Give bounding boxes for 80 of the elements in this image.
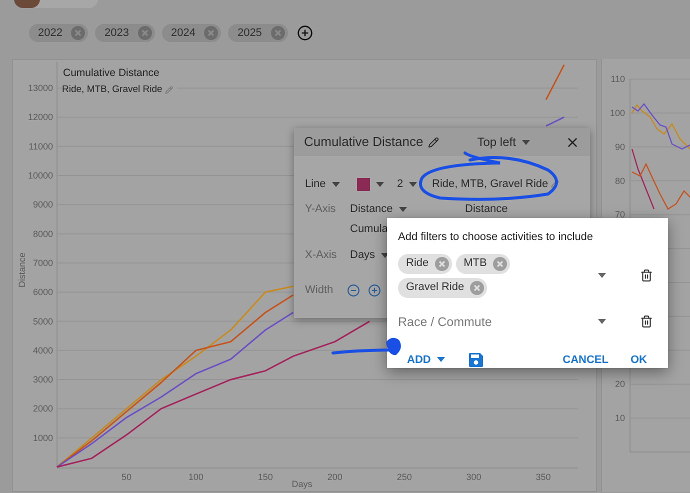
axis-tick-label: 100 bbox=[610, 108, 625, 118]
axis-tick-label: 20 bbox=[614, 379, 625, 390]
y-mode-dropdown[interactable]: Cumula bbox=[350, 220, 388, 238]
axis-tick-label: 8000 bbox=[32, 228, 53, 239]
caret-icon bbox=[376, 182, 384, 186]
axis-tick-label: 300 bbox=[466, 472, 482, 482]
axis-tick-label: 70 bbox=[614, 210, 625, 220]
remove-icon[interactable] bbox=[71, 26, 86, 40]
pencil-icon[interactable] bbox=[428, 136, 440, 148]
arrow-annotation bbox=[332, 338, 401, 356]
activity-chip: MTB bbox=[456, 254, 510, 274]
axis-tick-label: 7000 bbox=[32, 258, 53, 268]
chart-title: Cumulative Distance bbox=[63, 67, 160, 79]
axis-tick-label: 150 bbox=[258, 472, 273, 482]
axis-tick-label: 90 bbox=[614, 142, 625, 152]
ok-button[interactable]: OK bbox=[630, 352, 647, 368]
axis-tick-label: 10 bbox=[614, 413, 625, 424]
axis-tick-label: 100 bbox=[188, 472, 204, 482]
activity-filter[interactable]: Ride, MTB, Gravel Ride bbox=[432, 176, 560, 192]
add-icon[interactable] bbox=[296, 25, 313, 41]
y-metric-dropdown[interactable]: Distance bbox=[350, 200, 465, 218]
axis-tick-label: 12000 bbox=[28, 112, 53, 122]
axis-tick-label: 1000 bbox=[32, 432, 53, 443]
caret-icon bbox=[332, 182, 340, 186]
user-pill[interactable] bbox=[14, 0, 98, 8]
remove-icon[interactable] bbox=[470, 280, 484, 294]
caret-icon bbox=[522, 140, 530, 144]
remove-icon[interactable] bbox=[138, 26, 152, 40]
dialog-heading: Add filters to choose activities to include bbox=[398, 230, 594, 245]
axis-title: Distance bbox=[17, 252, 27, 288]
activity-chip: Ride bbox=[398, 254, 452, 274]
add-button[interactable]: ADD bbox=[407, 352, 445, 368]
axis-tick-label: 5000 bbox=[32, 316, 53, 326]
caret-icon bbox=[398, 206, 407, 212]
activity-chip: Gravel Ride bbox=[398, 278, 488, 298]
dropdown-caret-icon bbox=[598, 319, 606, 324]
filter-label: Ride, MTB, Gravel Ride bbox=[62, 83, 162, 97]
panel-title: Cumulative Distance bbox=[304, 133, 424, 152]
avatar[interactable] bbox=[14, 0, 40, 8]
line-type-dropdown[interactable]: Line bbox=[305, 176, 357, 192]
caret-icon bbox=[436, 357, 445, 362]
dropdown-caret-icon bbox=[598, 273, 606, 278]
axis-tick-label: 350 bbox=[536, 472, 551, 482]
axis-label: Y-Axis bbox=[305, 202, 337, 217]
remove-icon[interactable] bbox=[434, 256, 449, 270]
axis-title: Days bbox=[292, 479, 312, 489]
axis-title-field[interactable]: Distance bbox=[465, 200, 508, 218]
save-icon[interactable] bbox=[468, 352, 483, 367]
year-chip: 2024 bbox=[162, 24, 222, 42]
width-label: Width bbox=[305, 282, 334, 298]
line-width-dropdown[interactable]: 2 bbox=[397, 176, 432, 192]
delete-icon[interactable] bbox=[640, 269, 653, 282]
axis-tick-label: 10000 bbox=[28, 170, 53, 181]
axis-label: X-Axis bbox=[305, 248, 338, 263]
delete-icon[interactable] bbox=[640, 315, 653, 328]
filter-placeholder[interactable]: Race / Commute bbox=[398, 314, 492, 328]
axis-tick-label: 200 bbox=[327, 472, 342, 482]
axis-tick-label: 6000 bbox=[32, 287, 53, 298]
axis-tick-label: 11000 bbox=[28, 141, 53, 152]
year-chip: 2023 bbox=[95, 24, 155, 42]
axis-tick-label: 110 bbox=[610, 74, 625, 84]
plus-icon[interactable] bbox=[368, 284, 381, 296]
axis-tick-label: 250 bbox=[396, 472, 412, 482]
remove-icon[interactable] bbox=[270, 26, 285, 40]
axis-tick-label: 13000 bbox=[28, 83, 53, 94]
cancel-button[interactable]: CANCEL bbox=[562, 352, 608, 368]
axis-tick-label: 9000 bbox=[32, 200, 53, 210]
remove-icon[interactable] bbox=[492, 256, 507, 270]
pencil-icon[interactable] bbox=[551, 180, 560, 188]
axis-tick-label: 2000 bbox=[32, 404, 53, 414]
position-dropdown[interactable]: Top left bbox=[477, 133, 530, 151]
axis-tick-label: 4000 bbox=[32, 345, 53, 356]
minus-icon[interactable] bbox=[347, 284, 360, 296]
axis-tick-label: 50 bbox=[121, 472, 132, 482]
year-chip: 2025 bbox=[228, 24, 288, 42]
caret-icon bbox=[409, 182, 418, 186]
axis-tick-label: 80 bbox=[614, 176, 625, 186]
year-chip: 2022 bbox=[29, 24, 88, 42]
axis-tick-label: 3000 bbox=[32, 374, 53, 385]
remove-icon[interactable] bbox=[204, 26, 218, 40]
